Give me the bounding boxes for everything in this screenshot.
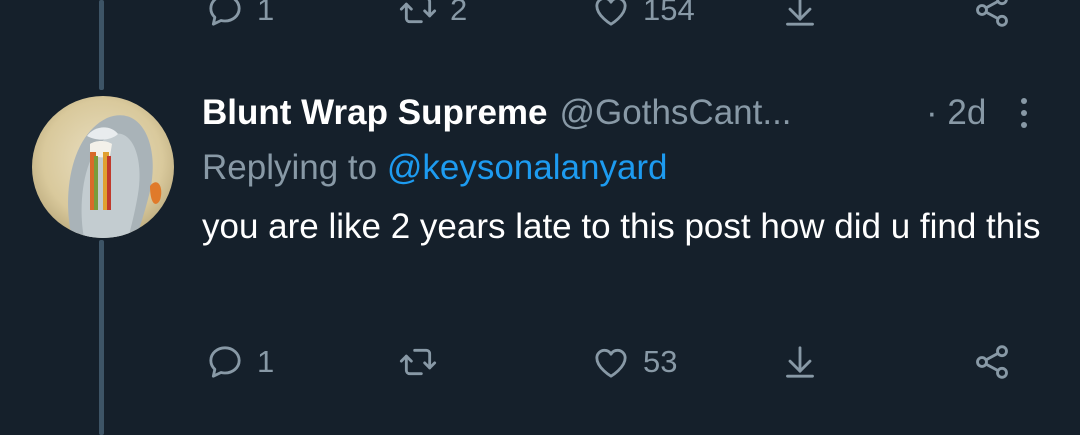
tweet-thread: 1 2 154 Blunt Wrap Supreme @GothsCant...… bbox=[0, 0, 1080, 435]
tweet-text: you are like 2 years late to this post h… bbox=[202, 207, 1041, 246]
replying-to-mention[interactable]: @keysonalanyard bbox=[387, 148, 668, 187]
reply-button[interactable]: 1 bbox=[205, 0, 274, 30]
user-handle[interactable]: @GothsCant... bbox=[560, 88, 792, 138]
like-count: 53 bbox=[643, 344, 678, 379]
tweet[interactable]: Blunt Wrap Supreme @GothsCant... · 2d Re… bbox=[202, 88, 1052, 254]
reply-icon bbox=[209, 0, 241, 26]
network-share-button[interactable] bbox=[972, 0, 1012, 30]
retweet-icon bbox=[399, 348, 437, 376]
reply-count: 1 bbox=[257, 344, 275, 379]
timestamp[interactable]: · 2d bbox=[926, 88, 986, 138]
like-icon bbox=[595, 0, 627, 26]
more-icon[interactable] bbox=[1014, 96, 1034, 130]
tweet-header: Blunt Wrap Supreme @GothsCant... · 2d bbox=[202, 88, 1052, 138]
reply-count: 1 bbox=[257, 0, 275, 27]
network-share-icon bbox=[976, 345, 1008, 379]
retweet-button[interactable]: 2 bbox=[398, 0, 467, 30]
replying-to: Replying to @keysonalanyard bbox=[202, 144, 1052, 192]
previous-tweet-action-bar: 1 2 154 bbox=[0, 0, 1080, 30]
network-share-icon bbox=[976, 0, 1008, 27]
like-button[interactable]: 154 bbox=[591, 0, 695, 30]
tweet-action-bar: 1 53 bbox=[0, 342, 1080, 382]
display-name[interactable]: Blunt Wrap Supreme bbox=[202, 88, 548, 138]
avatar[interactable] bbox=[32, 96, 174, 238]
retweet-icon bbox=[399, 0, 437, 24]
like-button[interactable]: 53 bbox=[591, 342, 677, 382]
share-button[interactable] bbox=[780, 342, 820, 382]
like-count: 154 bbox=[643, 0, 695, 27]
reply-button[interactable]: 1 bbox=[205, 342, 274, 382]
avatar-image bbox=[32, 96, 174, 238]
retweet-count: 2 bbox=[450, 0, 468, 27]
share-icon bbox=[786, 0, 814, 26]
share-icon bbox=[786, 346, 814, 378]
share-button[interactable] bbox=[780, 0, 820, 30]
like-icon bbox=[595, 348, 627, 378]
replying-to-label: Replying to bbox=[202, 148, 378, 187]
network-share-button[interactable] bbox=[972, 342, 1012, 382]
thread-connector-bottom bbox=[99, 240, 104, 435]
retweet-button[interactable] bbox=[398, 342, 450, 382]
reply-icon bbox=[209, 346, 241, 378]
